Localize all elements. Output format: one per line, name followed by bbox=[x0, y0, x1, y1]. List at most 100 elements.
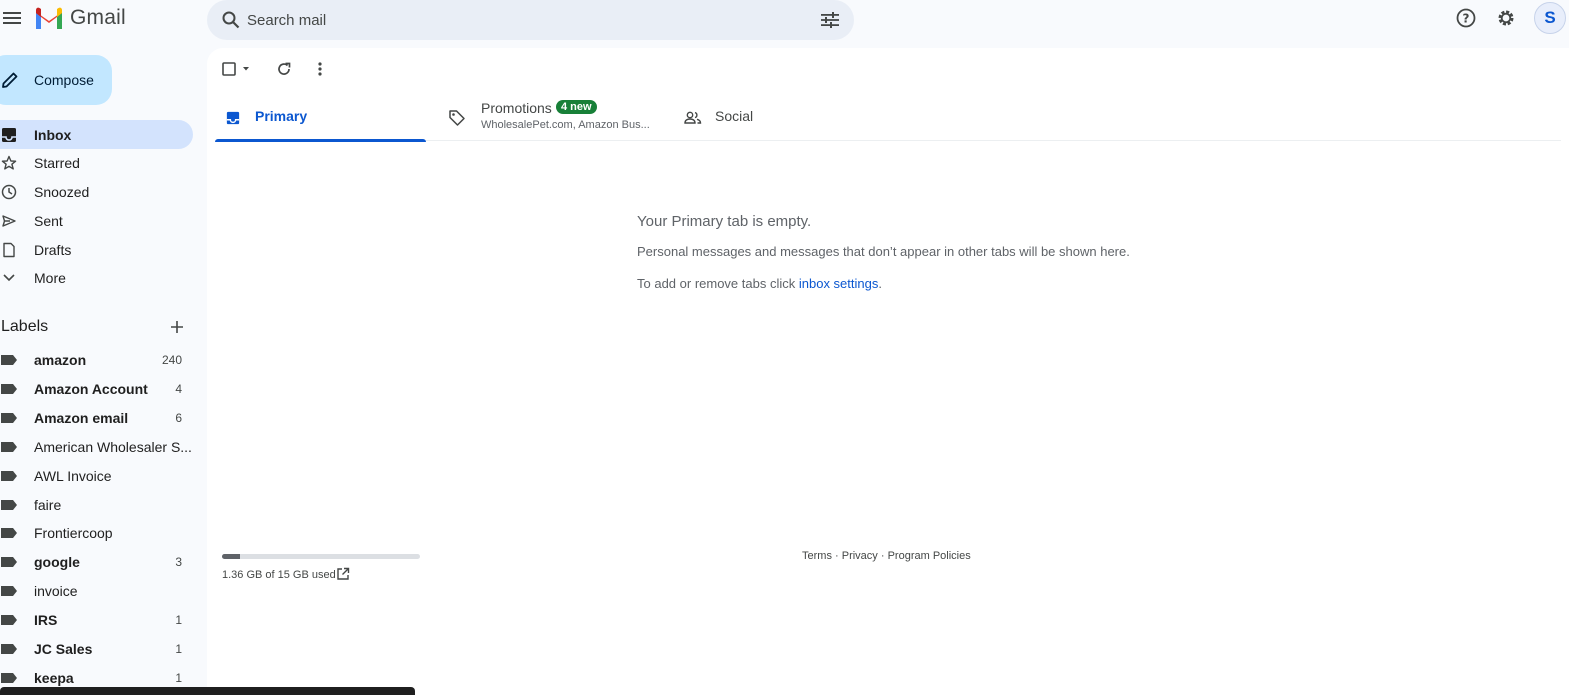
label-icon bbox=[0, 380, 18, 398]
nav-label: More bbox=[34, 269, 66, 286]
pencil-icon bbox=[2, 72, 18, 88]
footer-links: Terms · Privacy · Program Policies bbox=[802, 550, 971, 562]
search-input[interactable] bbox=[247, 6, 807, 34]
settings-button[interactable] bbox=[1494, 6, 1518, 30]
draft-icon bbox=[0, 241, 18, 259]
labels-title: Labels bbox=[1, 318, 49, 335]
label-item[interactable]: Frontiercoop bbox=[0, 518, 193, 547]
refresh-button[interactable] bbox=[274, 59, 294, 79]
send-icon bbox=[0, 212, 18, 230]
nav-drafts[interactable]: Drafts bbox=[0, 235, 193, 264]
label-unread-count: 240 bbox=[161, 352, 182, 367]
label-icon bbox=[0, 467, 18, 485]
label-icon bbox=[0, 524, 18, 542]
search-bar[interactable] bbox=[207, 0, 854, 40]
nav-snoozed[interactable]: Snoozed bbox=[0, 177, 193, 206]
inbox-icon bbox=[0, 126, 18, 144]
label-icon bbox=[0, 582, 18, 600]
storage-usage-bar bbox=[222, 554, 420, 559]
label-unread-count: 1 bbox=[175, 641, 182, 656]
label-name: keepa bbox=[34, 669, 74, 686]
label-name: Amazon Account bbox=[34, 380, 148, 397]
support-button[interactable]: ? bbox=[1454, 6, 1478, 30]
label-item[interactable]: AWL Invoice bbox=[0, 461, 193, 490]
promotions-senders: WholesalePet.com, Amazon Bus... bbox=[481, 119, 650, 131]
label-unread-count: 3 bbox=[175, 554, 182, 569]
label-item[interactable]: American Wholesaler S... bbox=[0, 432, 193, 461]
label-item[interactable]: JC Sales 1 bbox=[0, 634, 193, 663]
label-item[interactable]: Amazon email 6 bbox=[0, 403, 193, 432]
label-name: Amazon email bbox=[34, 409, 129, 426]
label-item[interactable]: IRS 1 bbox=[0, 605, 193, 634]
tab-social-label: Social bbox=[715, 108, 754, 124]
main-panel: Primary Promotions 4 new WholesalePet.co… bbox=[207, 48, 1569, 695]
nav-inbox[interactable]: Inbox bbox=[0, 120, 193, 149]
inbox-tabs: Primary Promotions 4 new WholesalePet.co… bbox=[215, 96, 1561, 142]
tab-promotions-label: Promotions bbox=[481, 100, 552, 116]
refresh-icon bbox=[278, 62, 291, 75]
label-icon bbox=[0, 438, 18, 456]
hint-suffix: . bbox=[878, 276, 882, 291]
storage-usage-fill bbox=[222, 554, 240, 559]
more-options-button[interactable] bbox=[310, 59, 330, 79]
label-unread-count: 6 bbox=[175, 410, 182, 425]
search-icon[interactable] bbox=[219, 8, 243, 32]
gmail-logo[interactable]: Gmail bbox=[34, 6, 126, 30]
nav-starred[interactable]: Starred bbox=[0, 148, 193, 177]
terms-link[interactable]: Terms bbox=[802, 550, 832, 562]
main-menu-button[interactable] bbox=[0, 6, 24, 30]
label-name: google bbox=[34, 553, 80, 570]
label-item[interactable]: faire bbox=[0, 490, 193, 519]
inbox-settings-link[interactable]: inbox settings bbox=[799, 276, 879, 291]
tag-icon bbox=[447, 108, 467, 128]
create-label-button[interactable] bbox=[167, 317, 187, 337]
label-icon bbox=[0, 553, 18, 571]
empty-description: Personal messages and messages that don’… bbox=[637, 244, 1130, 259]
empty-heading: Your Primary tab is empty. bbox=[637, 213, 812, 230]
checkbox-icon bbox=[222, 62, 249, 76]
label-item[interactable]: amazon 240 bbox=[0, 345, 193, 374]
account-avatar[interactable]: S bbox=[1534, 2, 1566, 34]
label-icon bbox=[0, 640, 18, 658]
label-name: faire bbox=[34, 496, 62, 513]
nav-label: Sent bbox=[34, 212, 63, 229]
select-all-checkbox[interactable] bbox=[221, 59, 253, 79]
manage-storage-link[interactable] bbox=[335, 566, 351, 582]
plus-icon bbox=[171, 321, 183, 333]
label-item[interactable]: Amazon Account 4 bbox=[0, 374, 193, 403]
label-item[interactable]: google 3 bbox=[0, 547, 193, 576]
star-icon bbox=[0, 154, 18, 172]
nav-more[interactable]: More bbox=[0, 263, 193, 292]
gear-icon bbox=[1498, 10, 1514, 26]
nav-sent[interactable]: Sent bbox=[0, 206, 193, 235]
compose-button[interactable]: Compose bbox=[0, 55, 112, 105]
privacy-link[interactable]: Privacy bbox=[842, 550, 878, 562]
labels-header: Labels bbox=[0, 317, 193, 337]
top-header: Gmail ? S bbox=[0, 0, 1569, 48]
label-unread-count: 4 bbox=[175, 381, 182, 396]
tab-social[interactable]: Social bbox=[675, 96, 885, 141]
label-icon bbox=[0, 669, 18, 687]
bottom-overlay-bar bbox=[0, 687, 415, 695]
storage-usage-text: 1.36 GB of 15 GB used bbox=[222, 569, 336, 581]
search-options-icon[interactable] bbox=[818, 8, 842, 32]
nav-label: Drafts bbox=[34, 241, 72, 258]
label-unread-count: 1 bbox=[175, 612, 182, 627]
label-name: IRS bbox=[34, 611, 58, 628]
compose-label: Compose bbox=[34, 72, 94, 88]
label-icon bbox=[0, 409, 18, 427]
label-name: Frontiercoop bbox=[34, 524, 113, 541]
tab-promotions[interactable]: Promotions 4 new WholesalePet.com, Amazo… bbox=[215, 96, 655, 141]
label-unread-count: 1 bbox=[175, 670, 182, 685]
label-icon bbox=[0, 351, 18, 369]
label-item[interactable]: invoice bbox=[0, 576, 193, 605]
program-policies-link[interactable]: Program Policies bbox=[888, 550, 971, 562]
new-count-badge: 4 new bbox=[556, 100, 597, 114]
people-icon bbox=[683, 108, 703, 128]
hamburger-menu-icon bbox=[3, 12, 21, 24]
app-name: Gmail bbox=[70, 6, 126, 29]
hint-prefix: To add or remove tabs click bbox=[637, 276, 799, 291]
label-name: JC Sales bbox=[34, 640, 93, 657]
nav-label: Starred bbox=[34, 154, 80, 171]
label-name: invoice bbox=[34, 582, 78, 599]
